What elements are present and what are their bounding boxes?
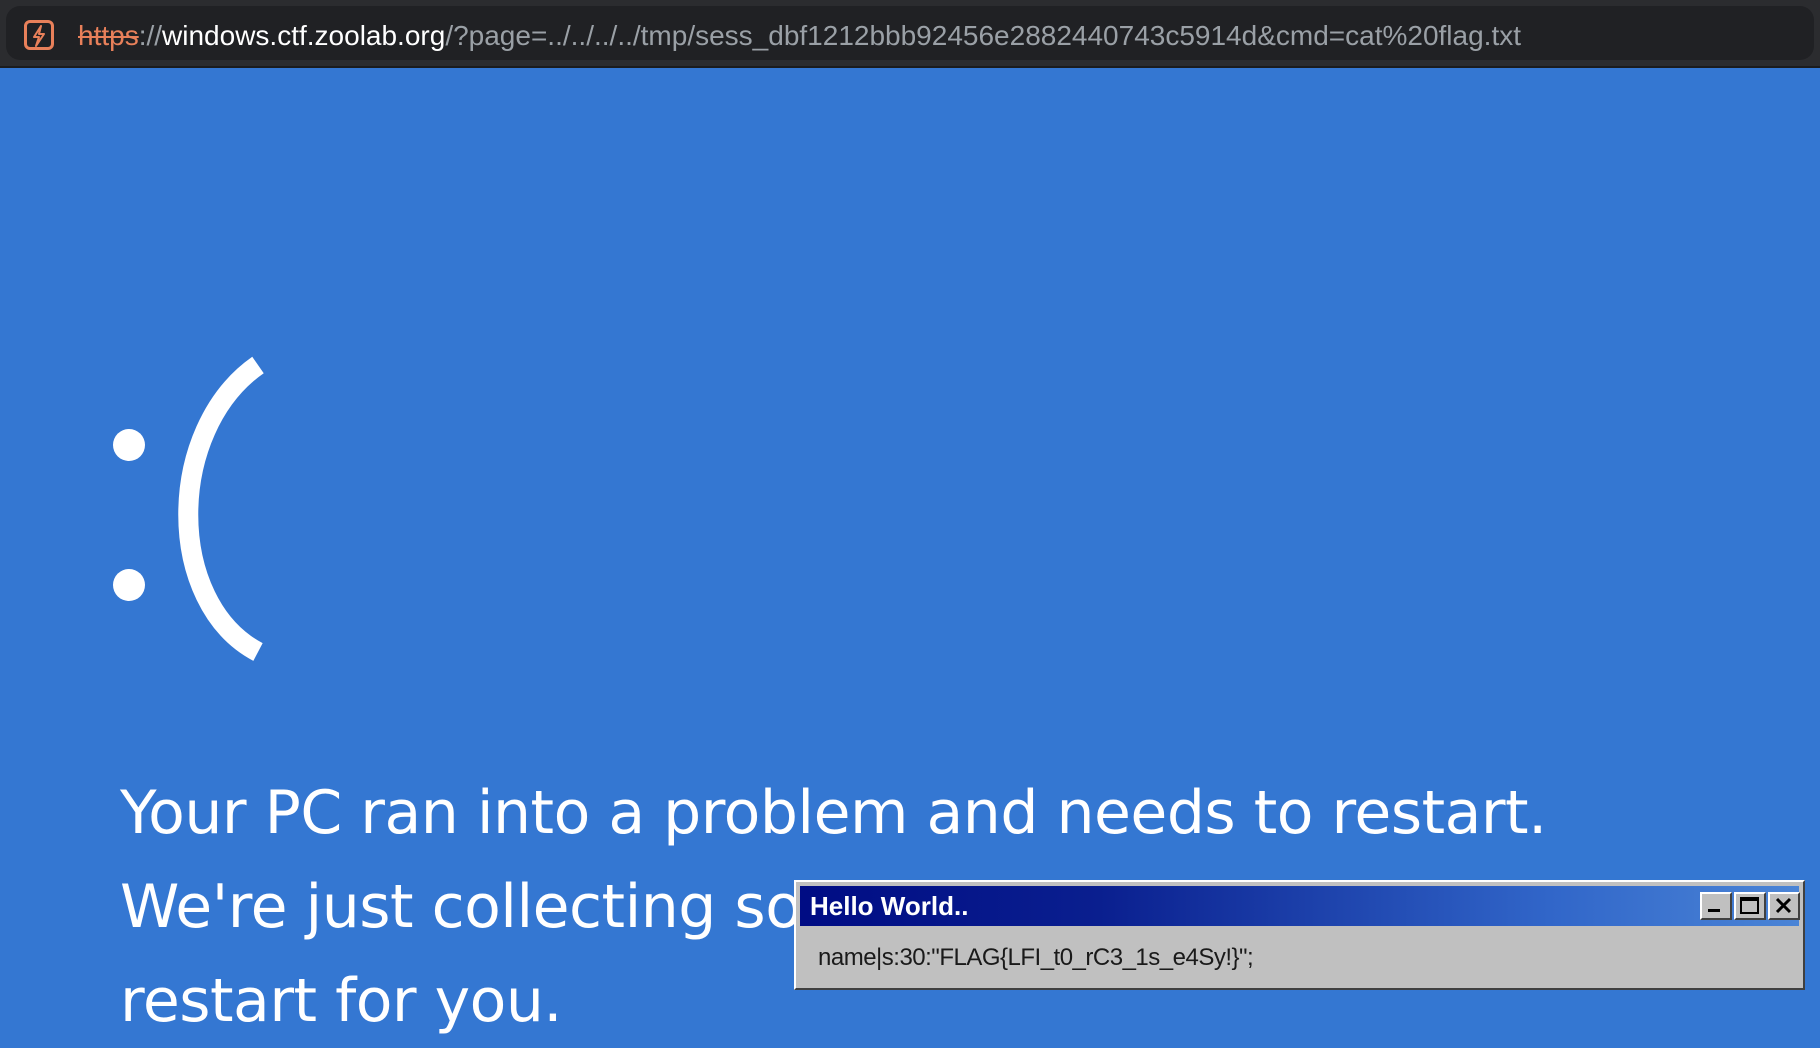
bsod-screen: Your PC ran into a problem and needs to …: [0, 68, 1820, 1036]
url-path: /?page=../../../../tmp/sess_dbf1212bbb92…: [445, 20, 1522, 51]
url-scheme: https: [78, 20, 139, 51]
hello-world-dialog[interactable]: Hello World.. name|s:30:"FLAG{LFI_t0_rC3…: [794, 880, 1805, 990]
url-text[interactable]: https://windows.ctf.zoolab.org/?page=../…: [78, 19, 1521, 53]
minimize-button[interactable]: [1700, 892, 1732, 920]
maximize-button[interactable]: [1734, 892, 1766, 920]
maximize-icon: [1740, 897, 1759, 914]
url-separator: ://: [138, 20, 163, 51]
dialog-body: name|s:30:"FLAG{LFI_t0_rC3_1s_e4Sy!}";: [800, 932, 1799, 984]
minimize-icon: [1708, 909, 1720, 912]
dialog-titlebar[interactable]: Hello World..: [800, 886, 1800, 926]
close-button[interactable]: [1768, 892, 1800, 920]
dialog-content: name|s:30:"FLAG{LFI_t0_rC3_1s_e4Sy!}";: [818, 944, 1254, 971]
browser-toolbar: https://windows.ctf.zoolab.org/?page=../…: [0, 0, 1820, 68]
dialog-title: Hello World..: [810, 891, 969, 921]
address-bar[interactable]: https://windows.ctf.zoolab.org/?page=../…: [6, 6, 1814, 60]
sad-face-icon: [113, 356, 264, 661]
url-host: windows.ctf.zoolab.org: [162, 20, 446, 51]
close-icon: [1775, 897, 1792, 914]
not-secure-icon[interactable]: [24, 20, 54, 50]
